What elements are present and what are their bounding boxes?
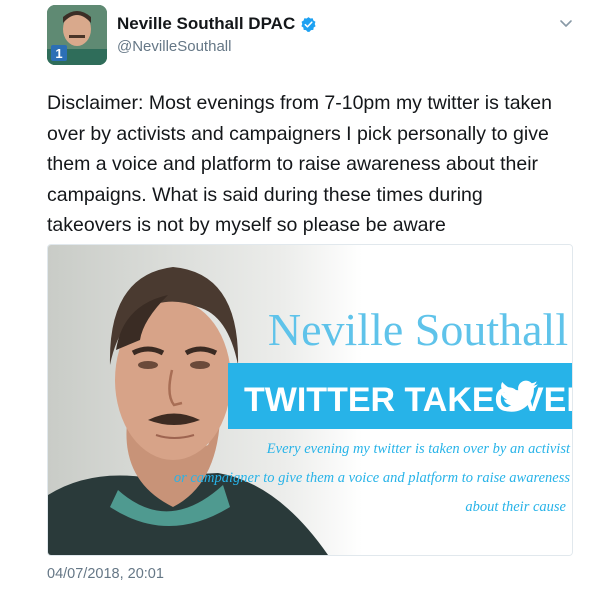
takeover-graphic: Neville Southall TWITTER TAKEOVER Every … — [48, 245, 572, 555]
author-name-row[interactable]: Neville Southall DPAC — [117, 14, 317, 34]
tweet-text: Disclaimer: Most evenings from 7-10pm my… — [47, 92, 552, 236]
tweet-media-image[interactable]: Neville Southall TWITTER TAKEOVER Every … — [47, 244, 573, 556]
author-display-name[interactable]: Neville Southall DPAC — [117, 14, 295, 34]
author-handle[interactable]: @NevilleSouthall — [117, 38, 231, 55]
tweet-timestamp[interactable]: 04/07/2018, 20:01 — [47, 566, 164, 582]
media-title: Neville Southall — [268, 304, 568, 355]
avatar-photo: 1 — [47, 5, 107, 65]
caption-line-2: or campaigner to give them a voice and p… — [174, 470, 571, 486]
caption-line-1: Every evening my twitter is taken over b… — [266, 441, 571, 457]
avatar[interactable]: 1 — [47, 5, 107, 65]
avatar-badge-number: 1 — [55, 46, 62, 61]
chevron-down-icon[interactable] — [558, 18, 574, 30]
verified-badge-icon — [301, 16, 316, 32]
caption-line-3: about their cause — [465, 499, 566, 515]
